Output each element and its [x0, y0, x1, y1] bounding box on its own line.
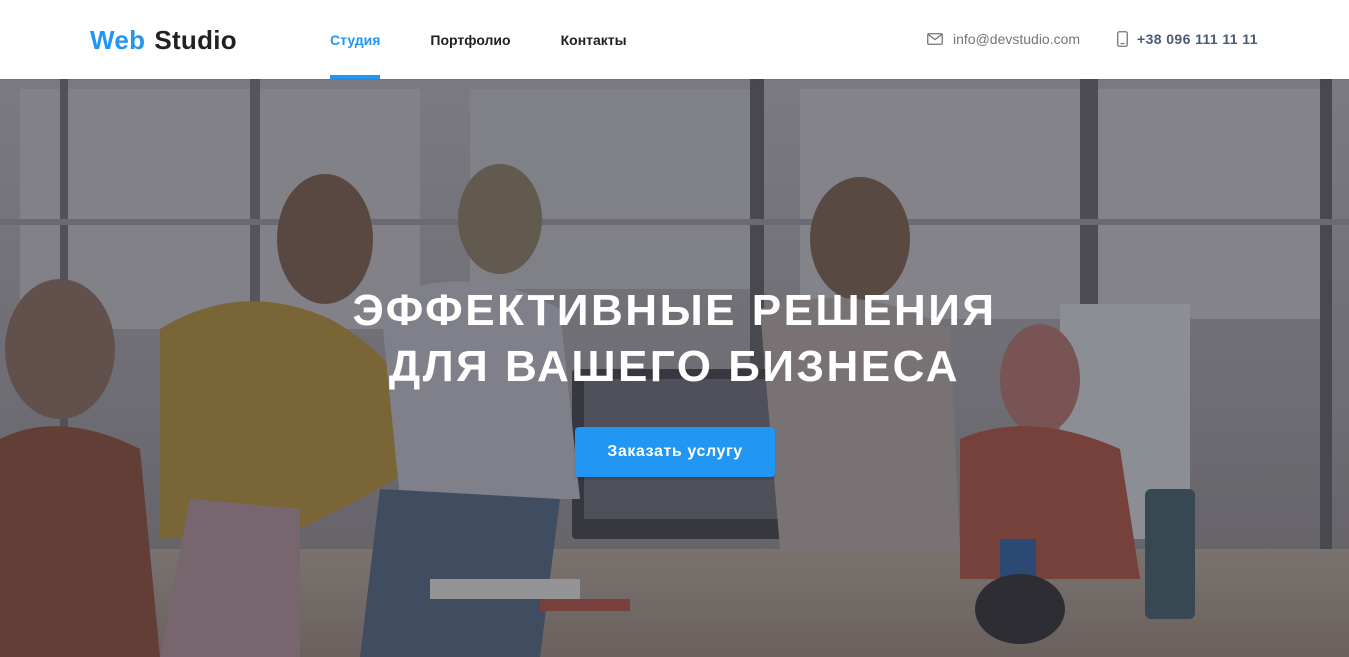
hero-section: Эффективные решения для вашего бизнеса З… [0, 79, 1349, 657]
nav-item-contacts[interactable]: Контакты [561, 0, 627, 79]
logo[interactable]: Web Studio [90, 24, 237, 56]
logo-main: Studio [154, 25, 237, 55]
phone-icon [1117, 31, 1128, 47]
main-nav: Студия Портфолио Контакты [330, 0, 677, 79]
hero-title-line-1: Эффективные решения [352, 286, 997, 335]
site-header: Web Studio Студия Портфолио Контакты info… [0, 0, 1349, 79]
order-service-button[interactable]: Заказать услугу [575, 427, 775, 477]
email-text: info@devstudio.com [953, 31, 1081, 47]
phone-link[interactable]: +38 096 111 11 11 [1117, 30, 1258, 48]
phone-text: +38 096 111 11 11 [1137, 31, 1258, 47]
logo-accent: Web [90, 25, 146, 55]
nav-item-portfolio[interactable]: Портфолио [430, 0, 510, 79]
nav-item-studio[interactable]: Студия [330, 0, 381, 79]
mail-icon [927, 33, 943, 45]
hero-title: Эффективные решения для вашего бизнеса [0, 283, 1349, 395]
hero-title-line-2: для вашего бизнеса [388, 342, 961, 391]
email-link[interactable]: info@devstudio.com [927, 30, 1080, 48]
